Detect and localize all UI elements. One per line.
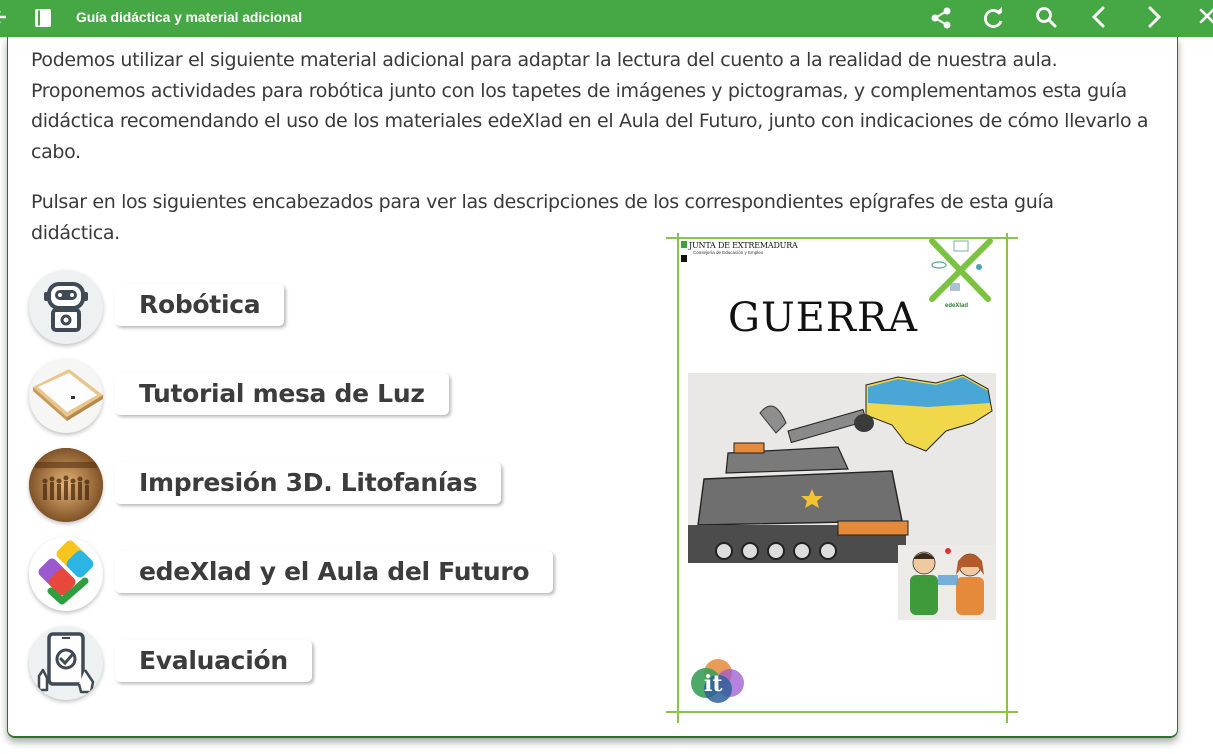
search-icon[interactable] [1034, 5, 1060, 31]
robot-icon[interactable] [29, 270, 103, 344]
chevron-left-icon[interactable] [1087, 5, 1113, 31]
item-label[interactable]: Robótica [115, 284, 285, 326]
book-cover: JUNTA DE EXTREMADURA Consejería de Educa… [666, 233, 1018, 723]
light-table-icon[interactable] [29, 359, 103, 433]
share-icon[interactable] [928, 5, 954, 31]
item-label[interactable]: Tutorial mesa de Luz [115, 373, 449, 415]
edexlad-cover-text: edeXlad [945, 303, 969, 309]
intro-paragraph: Podemos utilizar el siguiente material a… [31, 49, 1149, 163]
reload-icon[interactable] [981, 5, 1007, 31]
item-label[interactable]: Impresión 3D. Litofanías [115, 462, 502, 504]
junta-logo-text: JUNTA DE EXTREMADURA [689, 241, 798, 250]
cover-border-right [1006, 233, 1008, 723]
edexlad-logo-icon[interactable] [29, 537, 103, 611]
chevron-right-icon[interactable] [1142, 5, 1168, 31]
cover-border-left [677, 233, 679, 723]
top-bar: Guía didáctica y material adicional [0, 0, 1213, 37]
back-arrow-icon[interactable] [0, 7, 8, 27]
tablet-check-icon[interactable] [29, 626, 103, 700]
junta-green-mark [681, 241, 687, 248]
content-card: Podemos utilizar el siguiente material a… [7, 37, 1178, 738]
item-label[interactable]: Evaluación [115, 640, 312, 682]
page-title: Guía didáctica y material adicional [76, 9, 303, 25]
edexlad-cover-logo-icon [924, 237, 1000, 303]
tank-drawing [688, 373, 996, 563]
close-icon[interactable] [1198, 5, 1213, 31]
junta-black-mark [681, 255, 687, 262]
cover-title: GUERRA [728, 295, 918, 341]
svg-text:it: it [704, 671, 723, 697]
consejeria-text: Consejería de Educación y Empleo [693, 250, 764, 255]
lithophane-icon[interactable] [29, 448, 103, 522]
it-logo-icon: it [682, 655, 746, 705]
book-icon[interactable] [34, 8, 52, 28]
cover-border-bottom [666, 711, 1018, 713]
item-label[interactable]: edeXlad y el Aula del Futuro [115, 551, 554, 593]
children-drawing [898, 545, 996, 620]
